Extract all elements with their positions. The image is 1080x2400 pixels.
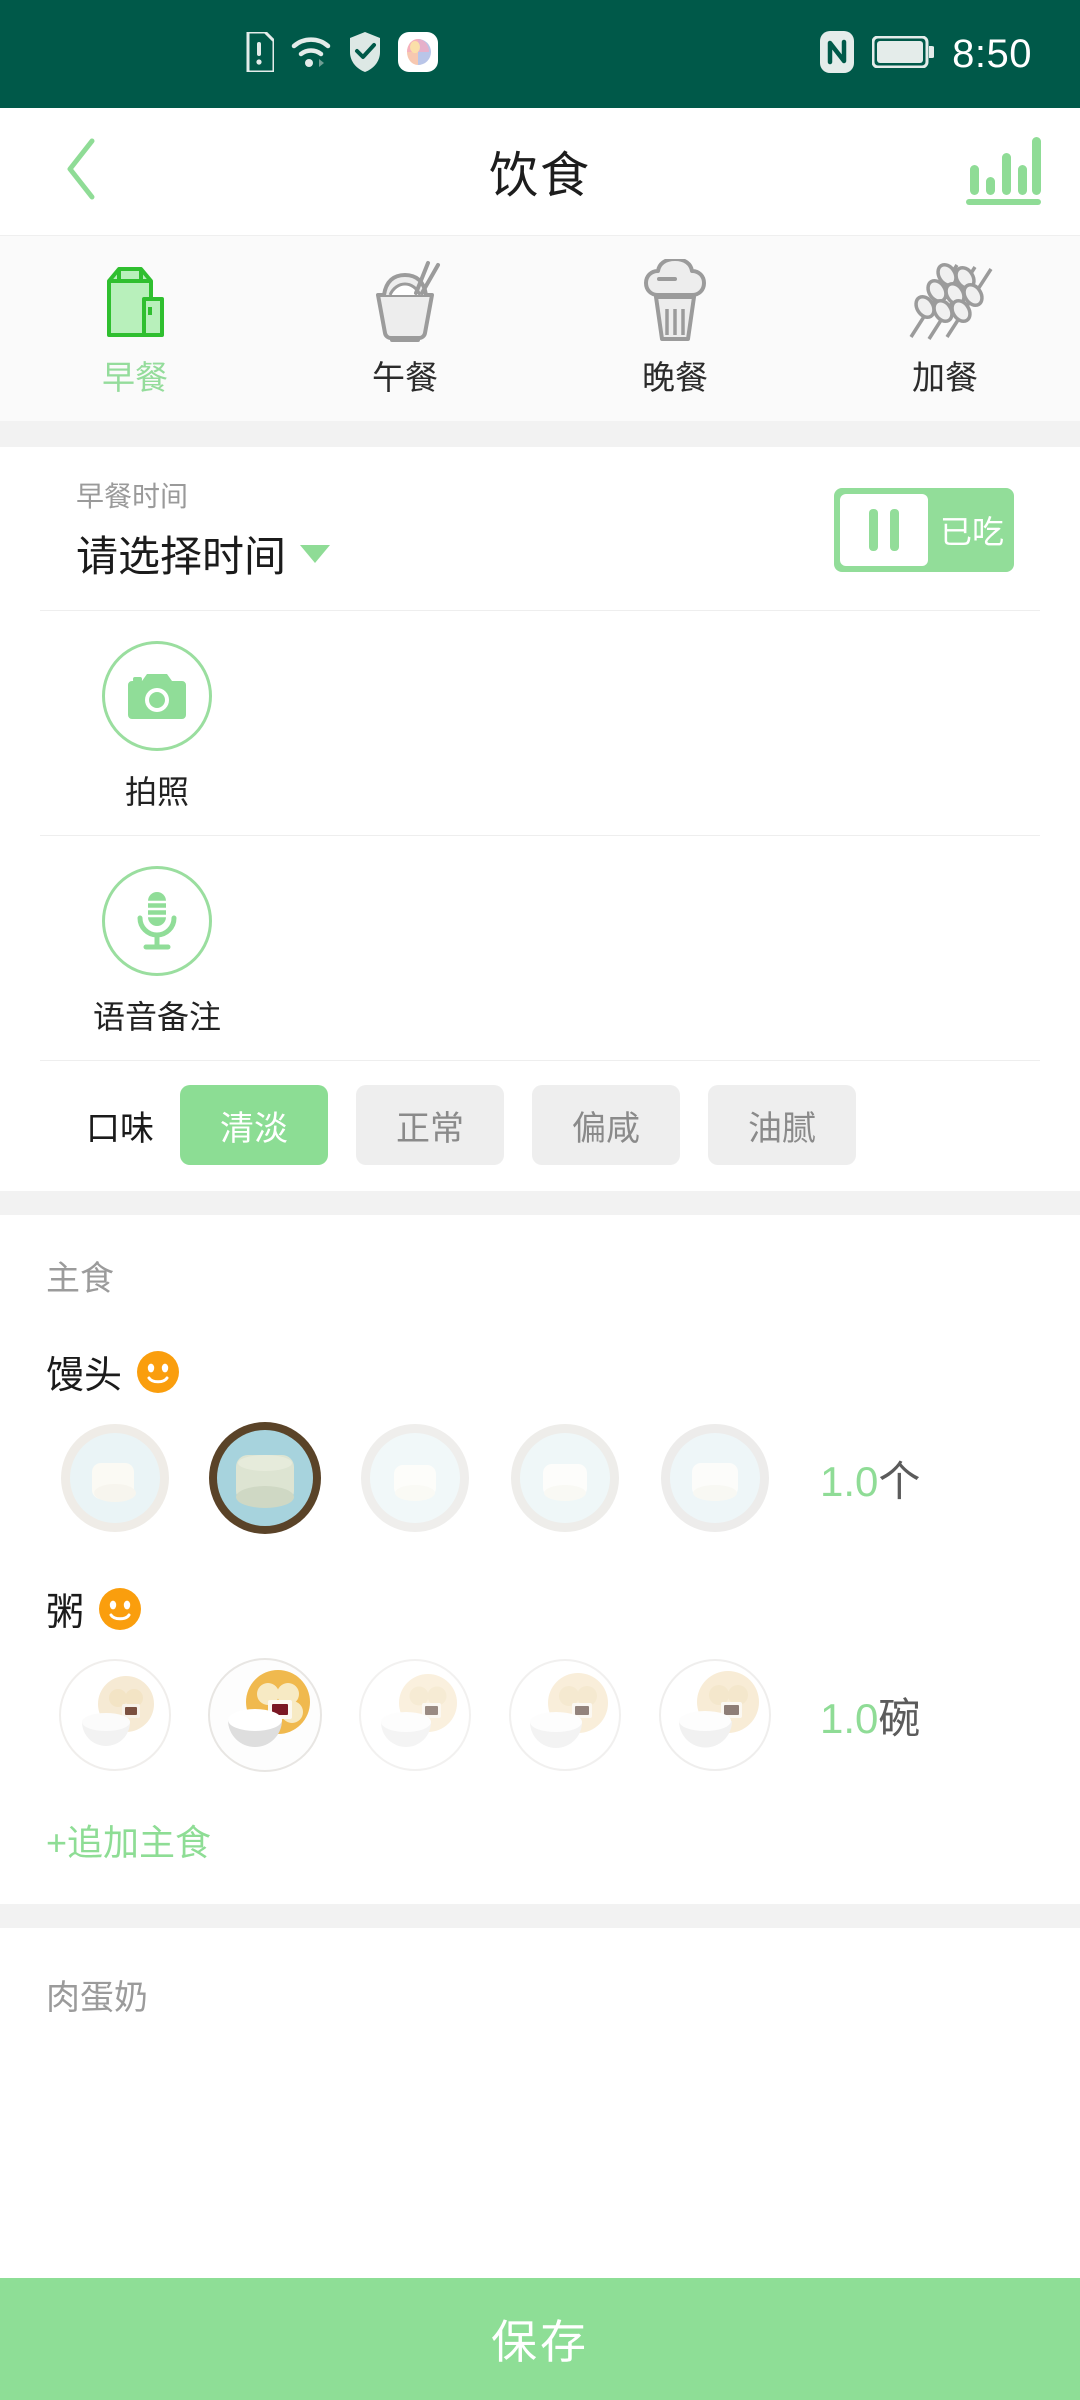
- rice-bowl-dumpling-icon[interactable]: [356, 1656, 474, 1774]
- rice-bowl-icon: [360, 259, 450, 343]
- status-bar-clock: 8:50: [952, 31, 1032, 76]
- battery-icon: [871, 35, 936, 73]
- quantity-value: 1.0: [820, 1694, 879, 1742]
- quantity-unit: 个: [878, 1457, 921, 1505]
- taste-option-salty[interactable]: 偏咸: [532, 1085, 680, 1165]
- voice-note-label: 语音备注: [92, 999, 221, 1035]
- taste-option-greasy[interactable]: 油腻: [708, 1085, 856, 1165]
- meal-time-label: 早餐时间: [76, 481, 189, 512]
- steamed-bun-plate-icon[interactable]: [656, 1419, 774, 1537]
- caret-down-icon: [300, 544, 331, 563]
- cupcake-icon: [632, 258, 718, 343]
- food-item-zhou: 粥 1.0碗: [0, 1537, 1080, 1774]
- taste-option-normal[interactable]: 正常: [356, 1085, 504, 1165]
- tab-label: 早餐: [102, 358, 168, 396]
- taste-title: 口味: [86, 1109, 154, 1148]
- save-button-label: 保存: [491, 2316, 589, 2368]
- chevron-left-icon: [62, 137, 102, 206]
- smiley-face-icon[interactable]: [136, 1350, 180, 1394]
- meal-detail-card: 早餐时间 请选择时间 已吃 拍照 语音备注 口味 清淡 正常 偏咸 油腻: [0, 447, 1080, 1191]
- voice-note-row: 语音备注: [40, 836, 1040, 1061]
- steamed-bun-plate-icon[interactable]: [506, 1419, 624, 1537]
- smiley-face-icon[interactable]: [98, 1587, 142, 1631]
- section-divider: [0, 421, 1080, 447]
- rice-bowl-dumpling-icon[interactable]: [206, 1656, 324, 1774]
- steamed-bun-plate-icon[interactable]: [356, 1419, 474, 1537]
- wheat-skewer-icon: [895, 259, 995, 343]
- add-staple-food-link[interactable]: +追加主食: [0, 1774, 1080, 1904]
- taste-row: 口味 清淡 正常 偏咸 油腻: [40, 1061, 1040, 1191]
- meal-time-row: 早餐时间 请选择时间 已吃: [40, 447, 1040, 611]
- protein-section-title: 肉蛋奶: [46, 1979, 148, 2017]
- tab-label: 加餐: [912, 358, 978, 396]
- eaten-toggle-label: 已吃: [940, 513, 1005, 550]
- statistics-button[interactable]: [960, 130, 1044, 214]
- app-color-icon: [398, 31, 438, 77]
- rice-bowl-dumpling-icon[interactable]: [56, 1656, 174, 1774]
- portion-selector: 1.0碗: [0, 1636, 1080, 1774]
- photo-label: 拍照: [124, 774, 189, 810]
- meal-tab-bar: 早餐 午餐 晚餐 加餐: [0, 236, 1080, 421]
- portion-selector: 1.0个: [0, 1399, 1080, 1537]
- tab-dinner[interactable]: 晚餐: [540, 258, 810, 399]
- milk-carton-icon: [95, 259, 175, 343]
- staple-food-section: 主食 馒头 1.0个 粥 1.0碗 +追加主食: [0, 1215, 1080, 1904]
- protein-section: 肉蛋奶: [0, 1928, 1080, 2019]
- back-button[interactable]: [52, 138, 112, 202]
- page-header: 饮食: [0, 108, 1080, 236]
- nfc-icon: [820, 30, 855, 78]
- section-divider: [0, 1904, 1080, 1928]
- rice-bowl-dumpling-icon[interactable]: [506, 1656, 624, 1774]
- voice-note-button[interactable]: 语音备注: [82, 866, 232, 1038]
- food-quantity[interactable]: 1.0碗: [820, 1685, 920, 1746]
- status-bar: 8:50: [0, 0, 1080, 108]
- bar-chart-icon: [962, 131, 1042, 212]
- tab-snack[interactable]: 加餐: [810, 259, 1080, 399]
- section-divider: [0, 1191, 1080, 1215]
- tab-label: 晚餐: [642, 358, 708, 396]
- steamed-bun-plate-icon[interactable]: [56, 1419, 174, 1537]
- shield-check-icon: [348, 31, 382, 78]
- staple-section-title: 主食: [46, 1260, 114, 1298]
- tab-lunch[interactable]: 午餐: [270, 259, 540, 399]
- rice-bowl-dumpling-icon[interactable]: [656, 1656, 774, 1774]
- food-item-mantou: 馒头 1.0个: [0, 1300, 1080, 1537]
- meal-time-selector[interactable]: 早餐时间 请选择时间: [40, 475, 331, 584]
- camera-icon: [102, 641, 212, 751]
- quantity-value: 1.0: [820, 1457, 879, 1505]
- food-name: 粥: [46, 1592, 85, 1634]
- pause-bars-icon: [840, 493, 928, 566]
- quantity-unit: 碗: [878, 1694, 921, 1742]
- save-button[interactable]: 保存: [0, 2278, 1080, 2400]
- status-bar-left-icons: [34, 30, 438, 78]
- food-name: 馒头: [46, 1355, 123, 1397]
- photo-button[interactable]: 拍照: [82, 641, 232, 813]
- eaten-toggle[interactable]: 已吃: [834, 487, 1014, 572]
- tab-label: 午餐: [372, 358, 438, 396]
- food-quantity[interactable]: 1.0个: [820, 1448, 920, 1509]
- taste-option-light[interactable]: 清淡: [180, 1085, 328, 1165]
- steamed-bun-plate-icon[interactable]: [206, 1419, 324, 1537]
- sim-alert-icon: [244, 30, 276, 77]
- wifi-icon: [290, 32, 332, 77]
- app-screen: 8:50 饮食 早餐 午餐 晚餐 加餐 早餐时间 请选择时间 已吃 拍照 语音备…: [0, 0, 1080, 2400]
- meal-time-value: 请选择时间: [76, 533, 287, 580]
- microphone-icon: [102, 866, 212, 976]
- tab-breakfast[interactable]: 早餐: [0, 259, 270, 399]
- page-title: 饮食: [488, 149, 591, 203]
- photo-row: 拍照: [40, 611, 1040, 836]
- status-bar-right: 8:50: [820, 30, 1046, 78]
